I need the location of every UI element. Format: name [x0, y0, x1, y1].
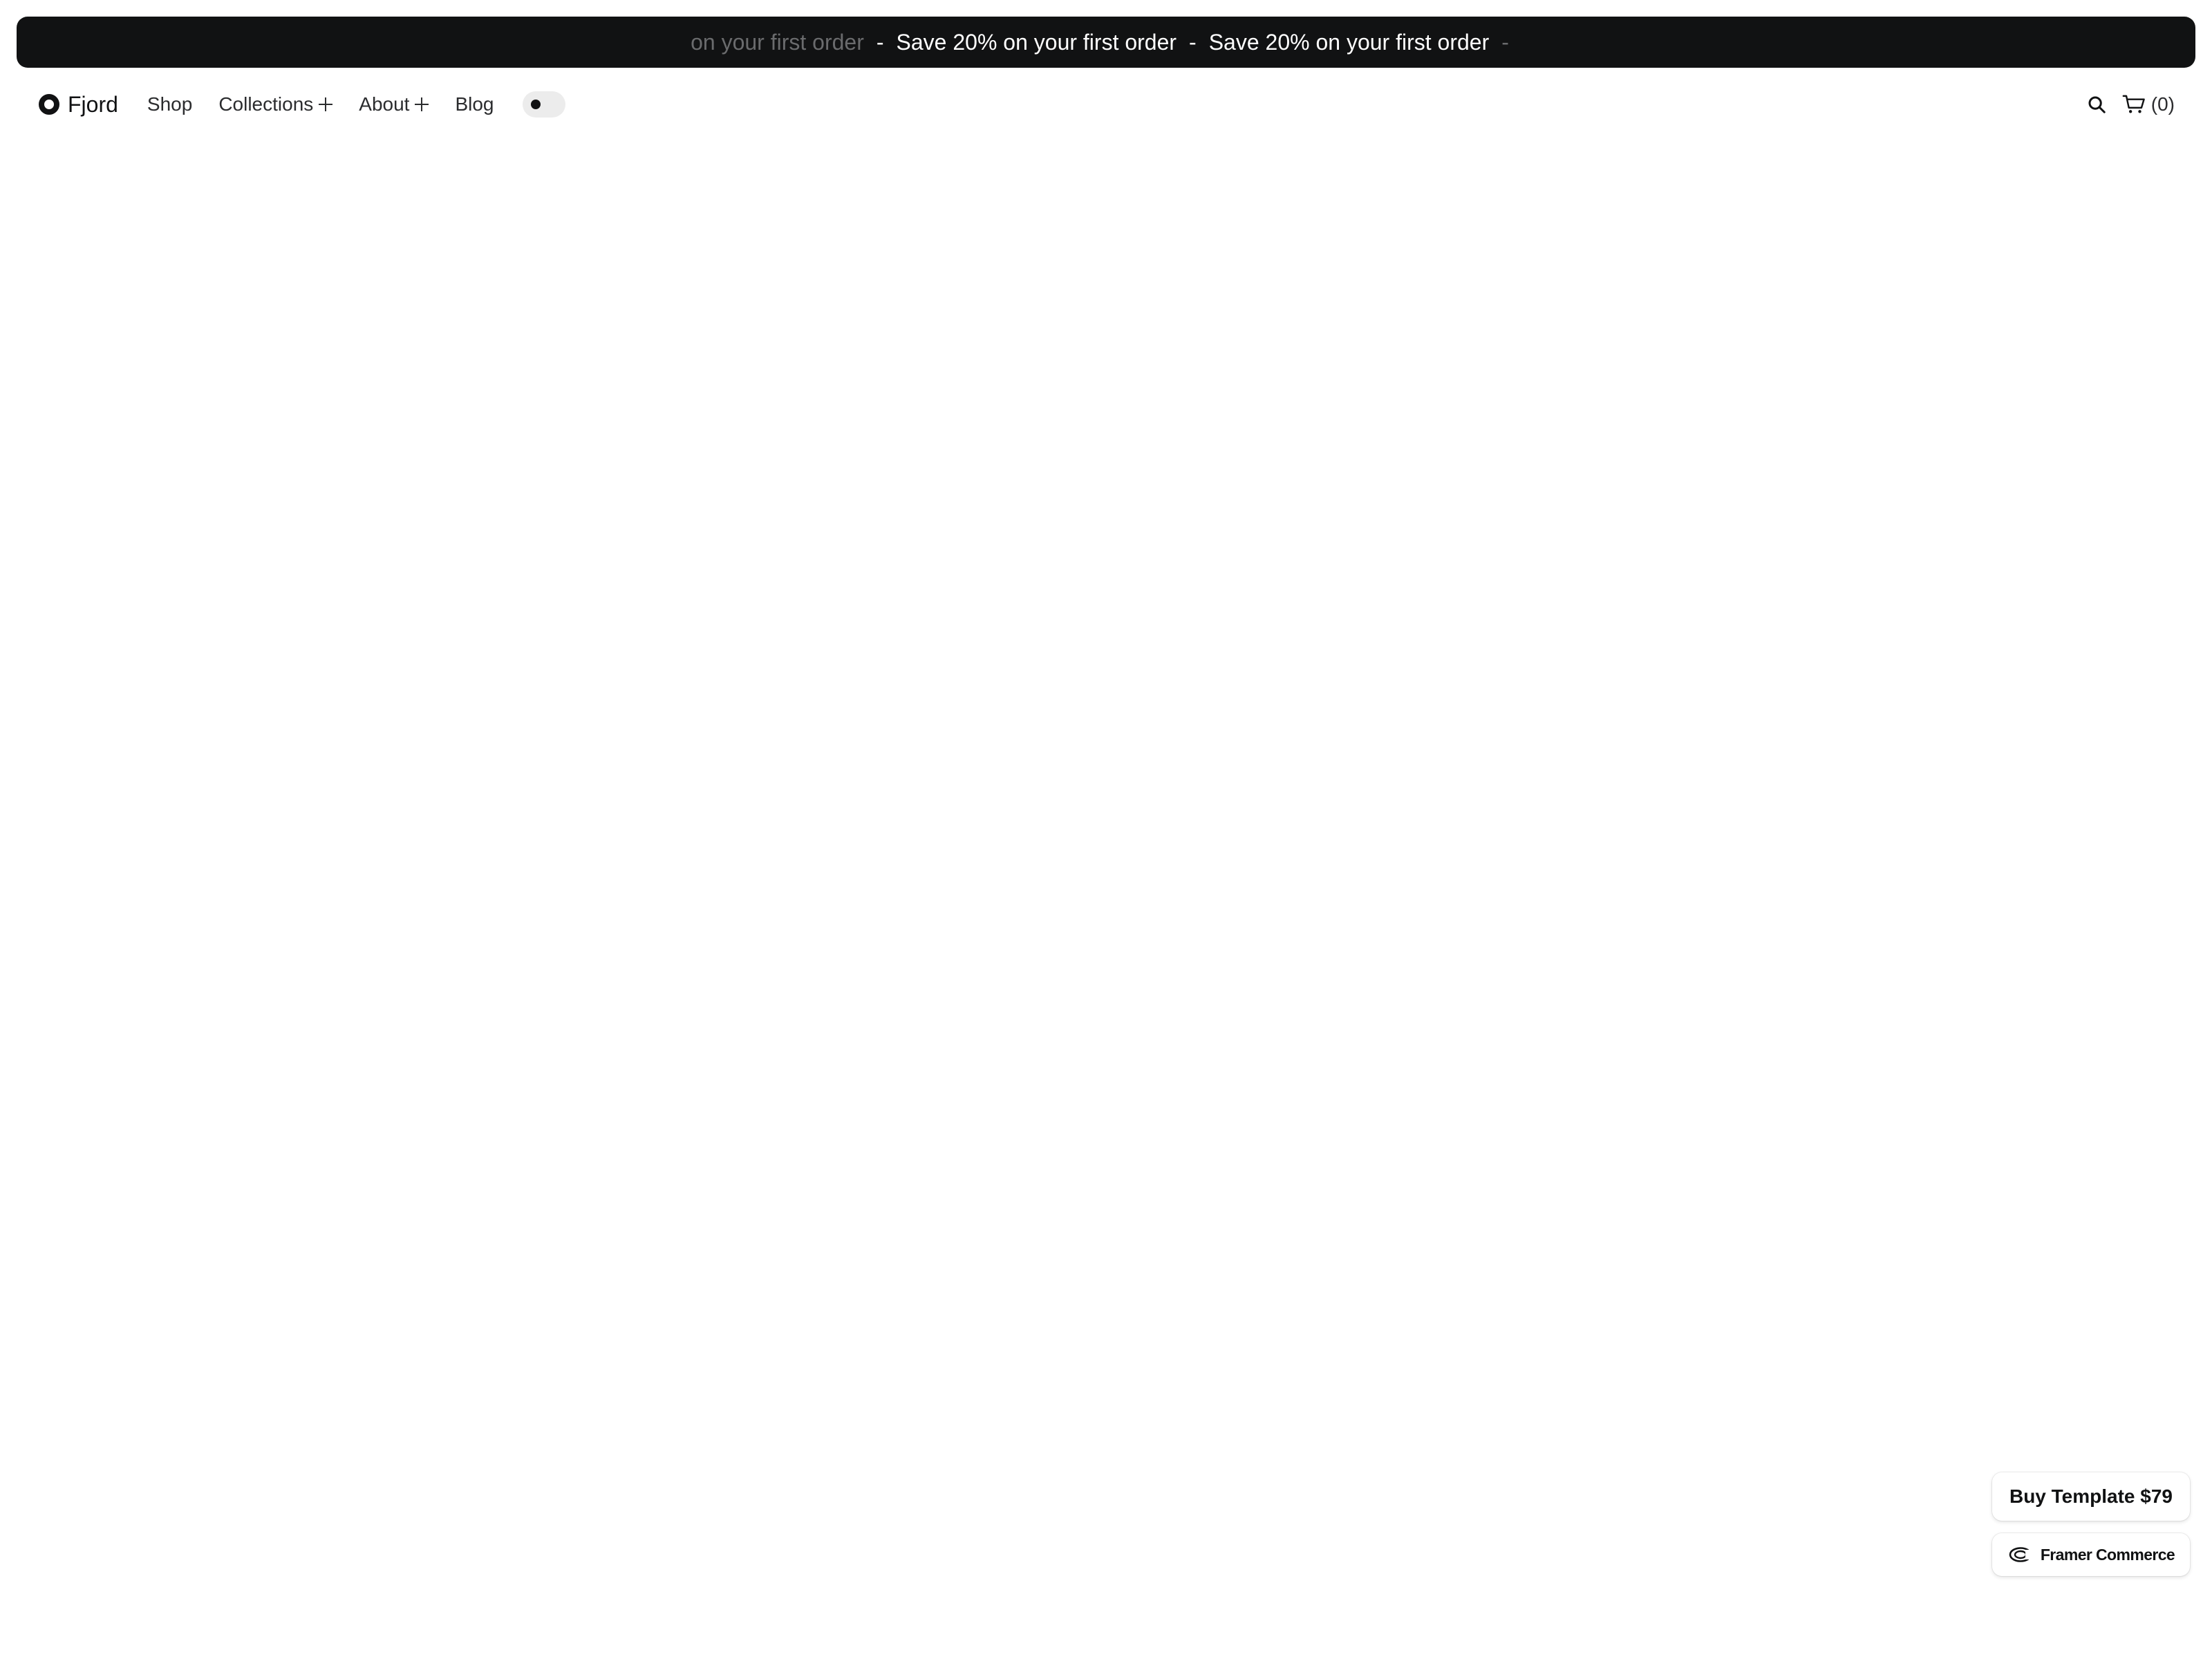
buy-template-button[interactable]: Buy Template $79: [1992, 1472, 2190, 1521]
nav-item-shop[interactable]: Shop: [147, 93, 192, 115]
brand-logo-link[interactable]: Fjord: [39, 92, 118, 118]
cart-icon: [2122, 95, 2145, 113]
nav-item-label: Collections: [218, 93, 314, 115]
search-button[interactable]: [2086, 94, 2107, 115]
main-nav: Fjord Shop Collections About Blog: [39, 86, 566, 123]
announcement-message: Save 20% on your first order: [896, 29, 1177, 55]
announcement-separator: -: [1189, 29, 1197, 55]
theme-toggle[interactable]: [523, 91, 566, 118]
announcement-marquee: on your first order - Save 20% on your f…: [17, 17, 2195, 68]
nav-item-collections[interactable]: Collections: [218, 93, 333, 115]
nav-item-about[interactable]: About: [359, 93, 429, 115]
nav-item-label: Shop: [147, 93, 193, 115]
toggle-knob: [531, 100, 541, 109]
plus-icon: [319, 97, 333, 111]
nav-links: Shop Collections About Blog: [147, 91, 566, 118]
floating-actions: Buy Template $79 Framer Commerce: [1992, 1472, 2190, 1576]
cart-button[interactable]: (0): [2122, 93, 2175, 115]
search-icon: [2088, 96, 2106, 113]
announcement-messages: on your first order - Save 20% on your f…: [691, 30, 1521, 55]
plus-icon: [415, 97, 429, 111]
announcement-message: Save 20% on your first order: [1208, 29, 1490, 55]
announcement-separator: -: [1501, 29, 1509, 55]
framer-commerce-badge[interactable]: Framer Commerce: [1992, 1533, 2190, 1576]
ring-logo-icon: [39, 94, 59, 115]
announcement-bar: on your first order - Save 20% on your f…: [17, 17, 2195, 68]
brand-name: Fjord: [68, 91, 118, 117]
framer-commerce-label: Framer Commerce: [2040, 1545, 2175, 1564]
announcement-fragment-lead: on your first order: [691, 29, 864, 55]
nav-item-blog[interactable]: Blog: [455, 93, 494, 115]
announcement-separator: -: [876, 29, 884, 55]
nav-item-label: Blog: [455, 93, 494, 115]
nav-item-label: About: [359, 93, 410, 115]
buy-template-label: Buy Template $79: [2009, 1485, 2173, 1507]
nav-actions: (0): [2086, 86, 2175, 123]
cart-count: (0): [2150, 93, 2175, 115]
framer-commerce-logo-icon: [2009, 1547, 2034, 1562]
